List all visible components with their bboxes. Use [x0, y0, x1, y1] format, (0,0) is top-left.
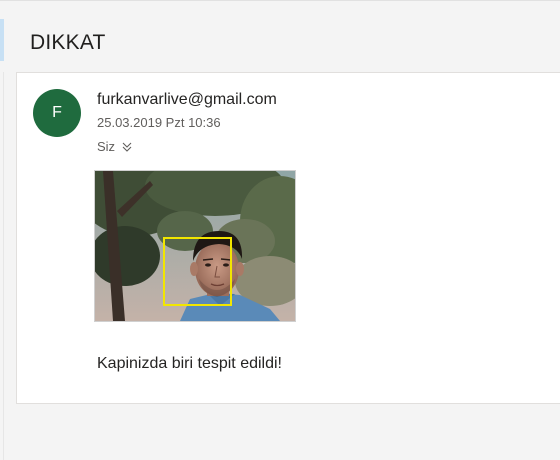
selection-accent: [0, 19, 4, 61]
sender-email[interactable]: furkanvarlive@gmail.com: [97, 91, 277, 109]
message-datetime: 25.03.2019 Pzt 10:36: [97, 115, 221, 130]
avatar-initial: F: [52, 104, 62, 121]
chevron-down-double-icon: [121, 141, 133, 153]
inline-image[interactable]: [94, 170, 296, 322]
pane-divider: [3, 72, 4, 460]
message-subject: DIKKAT: [30, 31, 106, 54]
subject-header: DIKKAT: [0, 0, 560, 71]
mail-reading-pane: DIKKAT F furkanvarlive@gmail.com 25.03.2…: [0, 0, 560, 460]
face-detection-photo: [95, 171, 295, 321]
message-card: F furkanvarlive@gmail.com 25.03.2019 Pzt…: [16, 72, 560, 404]
message-body: Kapinizda biri tespit edildi!: [97, 355, 282, 372]
recipients-toggle[interactable]: Siz: [97, 139, 133, 154]
sender-avatar[interactable]: F: [33, 89, 81, 137]
recipients-label: Siz: [97, 139, 116, 154]
